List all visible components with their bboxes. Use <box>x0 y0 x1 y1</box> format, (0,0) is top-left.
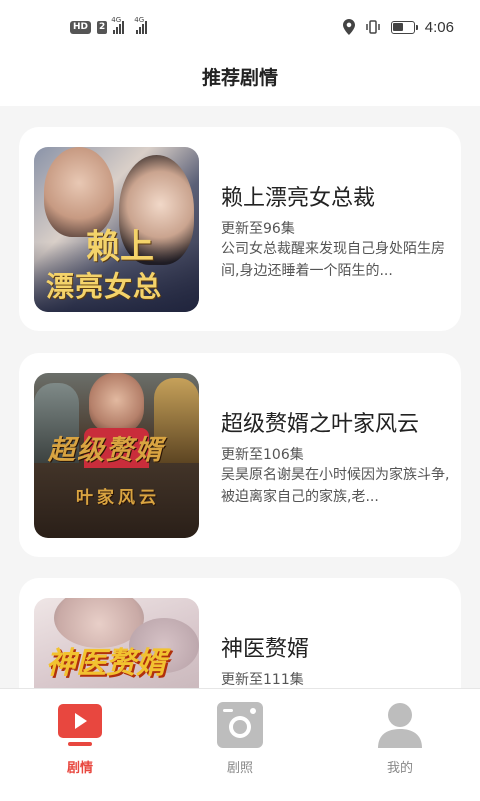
network-type-label: 4G <box>111 16 122 24</box>
tab-label: 我的 <box>386 761 413 776</box>
network-type-label-2: 4G <box>134 16 145 24</box>
poster-title-line2: 叶家风云 <box>76 488 160 508</box>
poster-title-line1: 神医赘婿 <box>46 646 166 681</box>
user-icon <box>376 701 424 749</box>
tab-label: 剧情 <box>66 761 93 776</box>
tab-drama[interactable]: 剧情 <box>30 701 130 776</box>
poster-title-line2: 漂亮女总 <box>46 270 163 303</box>
play-video-icon <box>56 701 104 749</box>
hd-badge: HD <box>70 20 92 34</box>
vibrate-icon <box>366 20 380 34</box>
tab-mine[interactable]: 我的 <box>350 701 450 776</box>
status-bar: HD 2 4G 4G 4:06 <box>0 0 480 56</box>
drama-card[interactable]: 赖上 漂亮女总 赖上漂亮女总裁 更新至96集 公司女总裁醒来发现自己身处陌生房间… <box>19 127 461 331</box>
status-right: 4:06 <box>342 16 454 38</box>
drama-description: 公司女总裁醒来发现自己身处陌生房间,身边还睡着一个陌生的... <box>221 241 445 279</box>
battery-level <box>393 23 404 31</box>
page-header: 推荐剧情 <box>0 56 480 106</box>
drama-title[interactable]: 赖上漂亮女总裁 <box>221 180 375 212</box>
page-title: 推荐剧情 <box>201 67 278 89</box>
drama-poster[interactable]: 神医赘婿 <box>34 598 199 688</box>
drama-poster[interactable]: 超级赘婿 叶家风云 <box>34 373 199 538</box>
drama-title[interactable]: 超级赘婿之叶家风云 <box>221 406 419 438</box>
camera-icon <box>216 701 264 749</box>
drama-poster[interactable]: 赖上 漂亮女总 <box>34 147 199 312</box>
drama-episodes: 更新至111集 <box>221 672 304 688</box>
drama-list[interactable]: 赖上 漂亮女总 赖上漂亮女总裁 更新至96集 公司女总裁醒来发现自己身处陌生房间… <box>0 106 480 688</box>
battery-icon <box>390 20 418 34</box>
tab-label: 剧照 <box>226 761 253 776</box>
signal-icon: 4G <box>111 16 125 34</box>
drama-card[interactable]: 神医赘婿 神医赘婿 更新至111集 <box>19 578 461 688</box>
clock: 4:06 <box>424 18 454 36</box>
poster-title-line1: 超级赘婿 <box>48 435 164 466</box>
signal-icon-2: 4G <box>134 16 148 34</box>
drama-episodes: 更新至106集 <box>221 447 304 463</box>
status-left: HD 2 4G 4G <box>70 16 148 36</box>
bottom-tab-bar: 剧情 剧照 我的 <box>0 688 480 801</box>
drama-episodes: 更新至96集 <box>221 221 295 237</box>
tab-stills[interactable]: 剧照 <box>190 701 290 776</box>
poster-title-line1: 赖上 <box>86 227 154 267</box>
location-icon <box>342 19 355 35</box>
drama-title[interactable]: 神医赘婿 <box>221 631 309 663</box>
drama-card[interactable]: 超级赘婿 叶家风云 超级赘婿之叶家风云 更新至106集 吴昊原名谢昊在小时候因为… <box>19 353 461 557</box>
sim-number: 2 <box>97 20 108 34</box>
drama-description: 吴昊原名谢昊在小时候因为家族斗争,被迫离家自己的家族,老... <box>221 467 450 505</box>
